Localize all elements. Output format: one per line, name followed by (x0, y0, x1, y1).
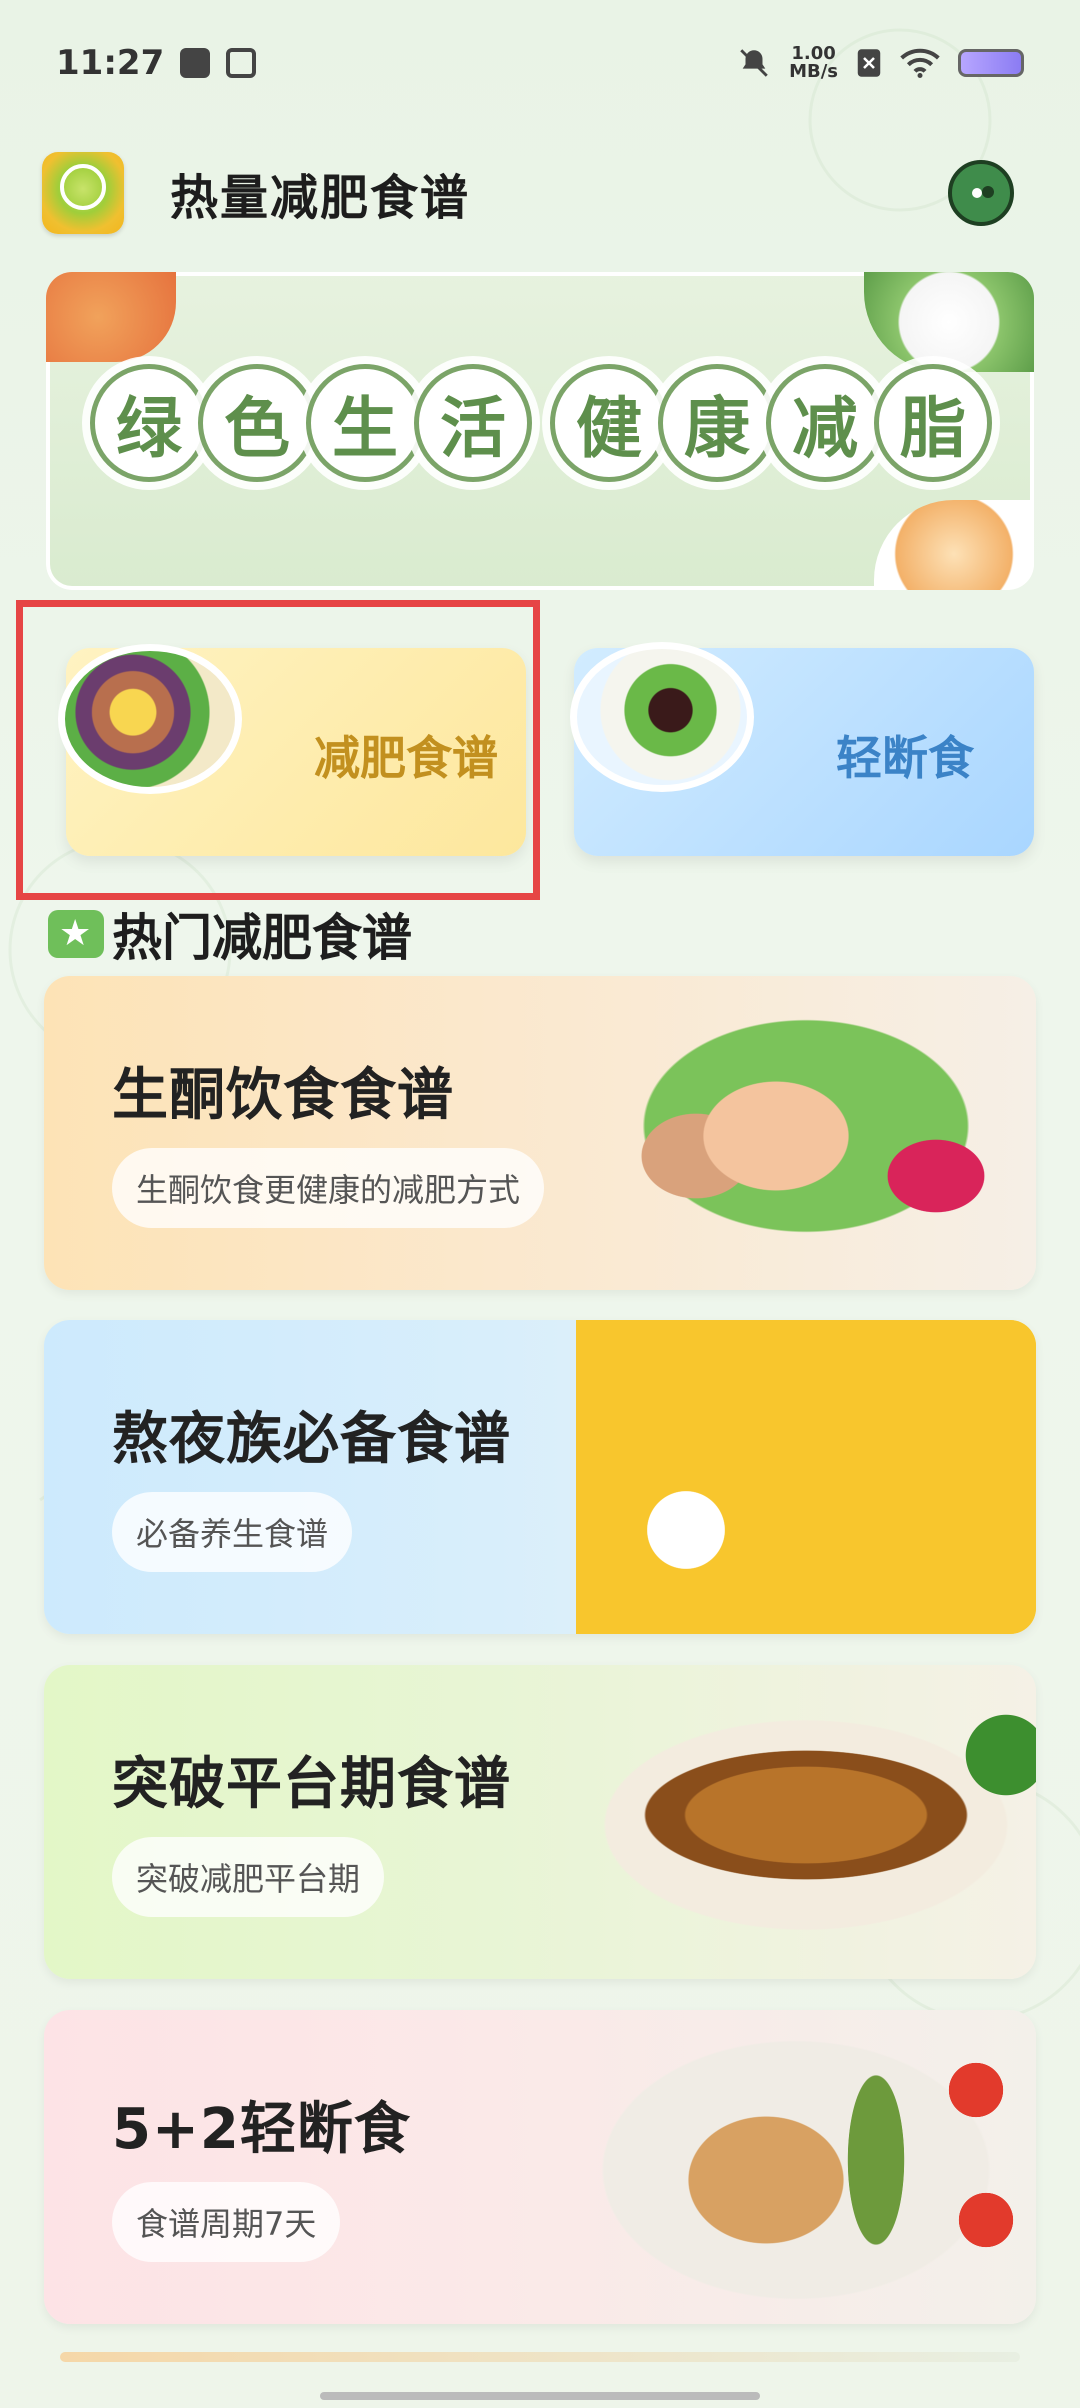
no-sim-icon (857, 48, 881, 77)
slogan-green-life: 绿 色 生 活 (90, 364, 532, 482)
recipe-title: 5+2轻断食 (112, 2097, 411, 2162)
recipe-card-keto[interactable]: 生酮饮食食谱 生酮饮食更健康的减肥方式 (44, 976, 1036, 1290)
category-diet-recipes[interactable]: 减肥食谱 (58, 644, 526, 856)
section-heading: ★ 热门减肥食谱 (48, 898, 412, 970)
slogan-char: 生 (306, 364, 424, 482)
status-right: 1.00 MB/s (737, 42, 1024, 82)
diet-bowl-image (58, 644, 242, 794)
status-left: 11:27 (56, 42, 257, 83)
recipe-subtitle: 突破减肥平台期 (112, 1837, 385, 1917)
recipe-image-keto (576, 976, 1036, 1290)
notification-avatar-icon (180, 47, 211, 78)
app-title: 热量减肥食谱 (170, 170, 471, 226)
notification-box-icon (226, 47, 257, 78)
profile-button[interactable] (948, 160, 1014, 226)
status-bar: 11:27 1.00 MB/s (0, 0, 1080, 125)
recipe-image-5-2-fasting (576, 2010, 1036, 2324)
slogan-char: 减 (766, 364, 884, 482)
net-speed-unit: MB/s (789, 60, 838, 82)
status-time: 11:27 (56, 42, 165, 83)
wifi-icon (900, 48, 940, 78)
category-light-fasting[interactable]: 轻断食 (570, 642, 1034, 856)
slogan-healthy-fat-loss: 健 康 减 脂 (550, 364, 992, 482)
banner-peach-image (46, 272, 176, 362)
slogan-char: 脂 (874, 364, 992, 482)
home-indicator[interactable] (320, 2392, 760, 2400)
fasting-bowl-image (570, 642, 754, 792)
slogan-char: 色 (198, 364, 316, 482)
slogan-char: 康 (658, 364, 776, 482)
banner-fruit-image (874, 500, 1034, 590)
recipe-subtitle: 必备养生食谱 (112, 1492, 353, 1572)
app-logo-icon (42, 152, 124, 234)
recipe-card-plateau[interactable]: 突破平台期食谱 突破减肥平台期 (44, 1665, 1036, 1979)
recipe-subtitle: 食谱周期7天 (112, 2182, 341, 2262)
promo-banner[interactable]: 绿 色 生 活 健 康 减 脂 (46, 272, 1034, 590)
mute-bell-icon (740, 48, 768, 77)
recipe-title: 突破平台期食谱 (112, 1752, 511, 1817)
battery-icon (958, 48, 1024, 77)
slogan-char: 绿 (90, 364, 208, 482)
app-header: 热量减肥食谱 (42, 148, 1038, 238)
net-speed-value: 1.00 (791, 42, 836, 64)
section-title: 热门减肥食谱 (112, 909, 412, 967)
category-diet-label: 减肥食谱 (314, 731, 498, 785)
net-speed: 1.00 MB/s (789, 42, 838, 82)
recipe-subtitle: 生酮饮食更健康的减肥方式 (112, 1148, 545, 1228)
recipe-image-night-owl (576, 1320, 1036, 1634)
recipe-card-5-2-fasting[interactable]: 5+2轻断食 食谱周期7天 (44, 2010, 1036, 2324)
recipe-title: 生酮饮食食谱 (112, 1063, 454, 1128)
next-recipe-card-peek (60, 2352, 1020, 2362)
slogan-char: 健 (550, 364, 668, 482)
recipe-title: 熬夜族必备食谱 (112, 1407, 511, 1472)
slogan-char: 活 (414, 364, 532, 482)
star-icon: ★ (48, 910, 104, 958)
banner-slogan: 绿 色 生 活 健 康 减 脂 (90, 364, 992, 482)
category-fasting-label: 轻断食 (836, 731, 974, 785)
recipe-image-plateau (576, 1665, 1036, 1979)
recipe-card-night-owl[interactable]: 熬夜族必备食谱 必备养生食谱 (44, 1320, 1036, 1634)
banner-salad-image (864, 272, 1034, 372)
